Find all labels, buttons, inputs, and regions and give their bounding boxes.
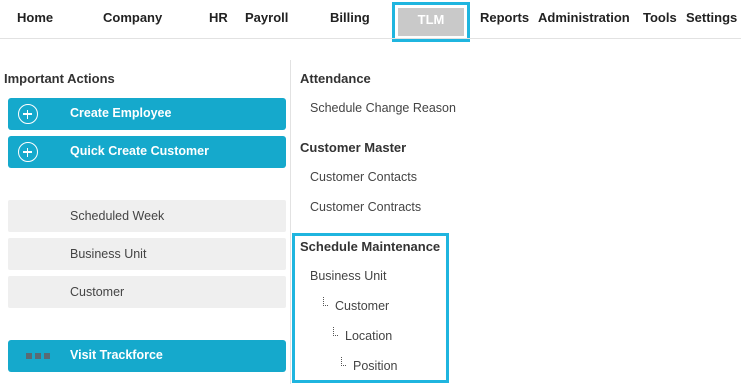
- quick-create-customer-button[interactable]: Quick Create Customer: [8, 136, 286, 168]
- visit-trackforce-label: Visit Trackforce: [70, 348, 163, 362]
- nav-settings[interactable]: Settings: [686, 10, 737, 25]
- plus-circle-icon: [18, 142, 38, 162]
- link-customer-contracts[interactable]: Customer Contracts: [310, 200, 421, 214]
- nav-hr[interactable]: HR: [209, 10, 228, 25]
- nav-billing[interactable]: Billing: [330, 10, 370, 25]
- nav-tlm-highlight: TLM: [392, 2, 470, 42]
- nav-divider: [0, 38, 741, 39]
- create-employee-label: Create Employee: [70, 106, 172, 120]
- visit-trackforce-button[interactable]: Visit Trackforce: [8, 340, 286, 372]
- nav-administration[interactable]: Administration: [538, 10, 630, 25]
- nav-company[interactable]: Company: [103, 10, 162, 25]
- shortcut-label: Scheduled Week: [70, 209, 165, 223]
- nav-home[interactable]: Home: [17, 10, 53, 25]
- shortcut-customer[interactable]: Customer: [8, 276, 286, 308]
- quick-create-customer-label: Quick Create Customer: [70, 144, 209, 158]
- shortcut-scheduled-week[interactable]: Scheduled Week: [8, 200, 286, 232]
- top-nav: Home Company HR Payroll Billing TLM Repo…: [0, 0, 741, 42]
- column-divider: [290, 60, 291, 384]
- important-actions-heading: Important Actions: [4, 71, 115, 86]
- grid-icon: [26, 353, 52, 359]
- link-customer-contacts[interactable]: Customer Contacts: [310, 170, 417, 184]
- link-schedule-change-reason[interactable]: Schedule Change Reason: [310, 101, 456, 115]
- shortcut-label: Customer: [70, 285, 125, 299]
- schedule-maintenance-highlight: [292, 233, 449, 383]
- attendance-heading: Attendance: [300, 71, 371, 86]
- nav-tools[interactable]: Tools: [643, 10, 677, 25]
- nav-reports[interactable]: Reports: [480, 10, 529, 25]
- create-employee-button[interactable]: Create Employee: [8, 98, 286, 130]
- nav-tlm[interactable]: TLM: [398, 8, 464, 36]
- shortcut-label: Business Unit: [70, 247, 147, 261]
- nav-payroll[interactable]: Payroll: [245, 10, 288, 25]
- customer-master-heading: Customer Master: [300, 140, 407, 155]
- plus-circle-icon: [18, 104, 38, 124]
- shortcut-business-unit[interactable]: Business Unit: [8, 238, 286, 270]
